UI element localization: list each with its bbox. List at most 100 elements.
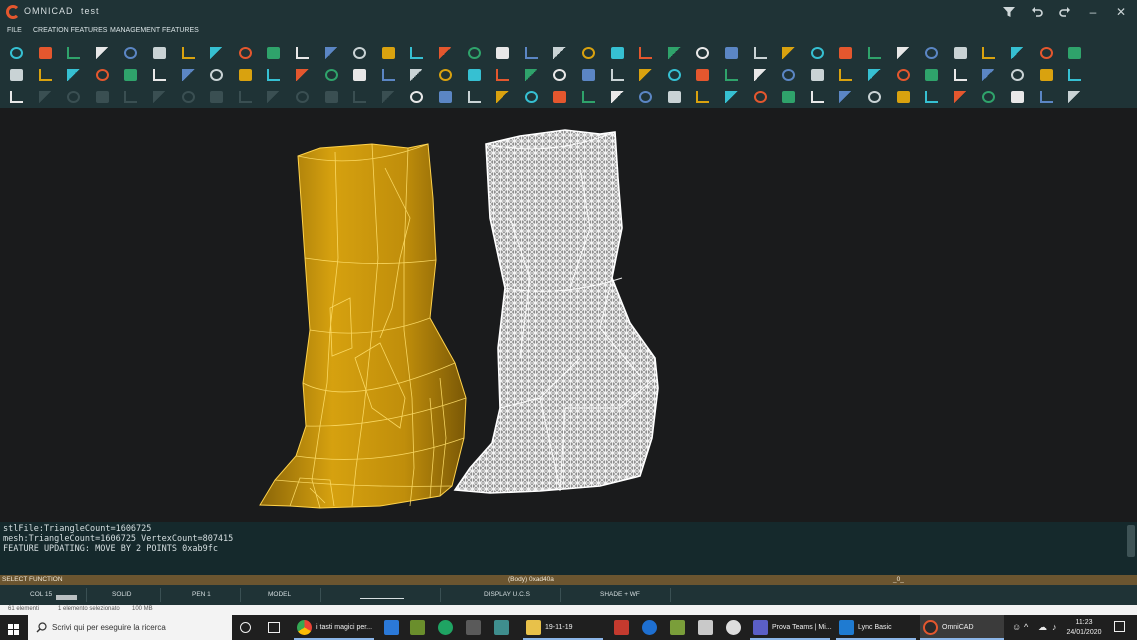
undo-icon[interactable] — [1024, 0, 1050, 24]
toolbar-tool-button[interactable] — [1007, 87, 1027, 106]
toolbar-tool-button[interactable] — [464, 43, 484, 62]
toolbar-tool-button[interactable] — [406, 87, 426, 106]
toolbar-tool-button[interactable] — [549, 87, 569, 106]
toolbar-tool-button[interactable] — [692, 43, 712, 62]
toolbar-tool-button[interactable] — [578, 87, 598, 106]
taskbar-app-teams[interactable]: Prova Teams | Mi... — [750, 615, 832, 640]
toolbar-tool-button[interactable] — [692, 65, 712, 84]
edge-icon[interactable] — [642, 620, 657, 635]
toolbar-tool-button[interactable] — [521, 43, 541, 62]
toolbar-tool-button[interactable] — [321, 43, 341, 62]
menu-management-features[interactable]: MANAGEMENT FEATURES — [110, 27, 199, 34]
toolbar-tool-button[interactable] — [492, 87, 512, 106]
toolbar-tool-button[interactable] — [321, 65, 341, 84]
toolbar-tool-button[interactable] — [292, 87, 312, 106]
toolbar-tool-button[interactable] — [578, 65, 598, 84]
toolbar-tool-button[interactable] — [349, 43, 369, 62]
python-app-icon[interactable] — [410, 620, 425, 635]
toolbar-tool-button[interactable] — [864, 65, 884, 84]
toolbar-tool-button[interactable] — [835, 87, 855, 106]
people-icon[interactable]: ☺ — [1012, 622, 1021, 632]
toolbar-tool-button[interactable] — [149, 65, 169, 84]
toolbar-tool-button[interactable] — [35, 65, 55, 84]
checkmark-app-icon[interactable] — [384, 620, 399, 635]
toolbar-tool-button[interactable] — [178, 65, 198, 84]
toolbar-tool-button[interactable] — [292, 65, 312, 84]
notification-icon[interactable] — [1114, 621, 1125, 632]
toolbar-tool-button[interactable] — [578, 43, 598, 62]
toolbar-tool-button[interactable] — [664, 65, 684, 84]
solid-body-model[interactable] — [259, 143, 467, 509]
toolbar-tool-button[interactable] — [635, 65, 655, 84]
toolbar-tool-button[interactable] — [978, 65, 998, 84]
cortana-icon[interactable] — [240, 622, 251, 633]
toolbar-tool-button[interactable] — [978, 43, 998, 62]
toolbar-tool-button[interactable] — [893, 65, 913, 84]
toolbar-tool-button[interactable] — [464, 65, 484, 84]
taskbar-app-omnicad[interactable]: OmniCAD — [920, 615, 1004, 640]
toolbar-tool-button[interactable] — [835, 65, 855, 84]
toolbar-tool-button[interactable] — [435, 65, 455, 84]
toolbar-tool-button[interactable] — [921, 65, 941, 84]
toolbar-tool-button[interactable] — [435, 87, 455, 106]
toolbar-tool-button[interactable] — [63, 65, 83, 84]
mascot-app-icon[interactable] — [726, 620, 741, 635]
toolbar-tool-button[interactable] — [149, 43, 169, 62]
color-swatch[interactable] — [56, 595, 77, 600]
toolbar-tool-button[interactable] — [778, 43, 798, 62]
toolbar-tool-button[interactable] — [950, 65, 970, 84]
windows-start-icon[interactable] — [8, 622, 19, 635]
toolbar-tool-button[interactable] — [1036, 65, 1056, 84]
toolbar-tool-button[interactable] — [120, 65, 140, 84]
toolbar-tool-button[interactable] — [206, 43, 226, 62]
task-view-icon[interactable] — [268, 622, 280, 633]
chevron-up-icon[interactable]: ^ — [1024, 622, 1028, 632]
toolbar-tool-button[interactable] — [178, 43, 198, 62]
toolbar-tool-button[interactable] — [635, 43, 655, 62]
toolbar-tool-button[interactable] — [778, 87, 798, 106]
toolbar-tool-button[interactable] — [864, 87, 884, 106]
color-selector[interactable]: COL 15 — [30, 591, 52, 598]
toolbar-tool-button[interactable] — [6, 65, 26, 84]
toolbar-tool-button[interactable] — [721, 87, 741, 106]
toolbar-tool-button[interactable] — [235, 43, 255, 62]
close-button[interactable]: ✕ — [1108, 0, 1134, 24]
menu-file[interactable]: FILE — [7, 27, 22, 34]
toolbar-tool-button[interactable] — [607, 65, 627, 84]
toolbar-tool-button[interactable] — [321, 87, 341, 106]
toolbar-tool-button[interactable] — [149, 87, 169, 106]
toolbar-tool-button[interactable] — [607, 87, 627, 106]
toolbar-tool-button[interactable] — [378, 87, 398, 106]
toolbar-tool-button[interactable] — [63, 43, 83, 62]
paint-icon[interactable] — [698, 620, 713, 635]
toolbar-tool-button[interactable] — [263, 43, 283, 62]
toolbar-tool-button[interactable] — [1064, 87, 1084, 106]
toolbar-tool-button[interactable] — [292, 43, 312, 62]
volume-icon[interactable]: ♪ — [1052, 622, 1057, 632]
toolbar-tool-button[interactable] — [492, 65, 512, 84]
toolbar-tool-button[interactable] — [921, 43, 941, 62]
mesh-body-model[interactable] — [453, 129, 659, 494]
toolbar-tool-button[interactable] — [893, 87, 913, 106]
toolbar-tool-button[interactable] — [92, 87, 112, 106]
toolbar-tool-button[interactable] — [35, 43, 55, 62]
menu-creation-features[interactable]: CREATION FEATURES — [33, 27, 107, 34]
toolbar-tool-button[interactable] — [406, 65, 426, 84]
toolbar-tool-button[interactable] — [378, 65, 398, 84]
toolbar-tool-button[interactable] — [92, 65, 112, 84]
toolbar-tool-button[interactable] — [1007, 65, 1027, 84]
toolbar-tool-button[interactable] — [664, 43, 684, 62]
toolbar-tool-button[interactable] — [692, 87, 712, 106]
redo-icon[interactable] — [1052, 0, 1078, 24]
minimize-button[interactable]: – — [1080, 0, 1106, 24]
toolbar-tool-button[interactable] — [893, 43, 913, 62]
toolbar-tool-button[interactable] — [6, 87, 26, 106]
toolbar-tool-button[interactable] — [492, 43, 512, 62]
toolbar-tool-button[interactable] — [664, 87, 684, 106]
toolbar-tool-button[interactable] — [950, 87, 970, 106]
toolbar-tool-button[interactable] — [120, 43, 140, 62]
toolbar-tool-button[interactable] — [178, 87, 198, 106]
taskbar-app-chrome[interactable]: i tasti magici per... — [294, 615, 374, 640]
toolbar-tool-button[interactable] — [835, 43, 855, 62]
toolbar-tool-button[interactable] — [206, 65, 226, 84]
